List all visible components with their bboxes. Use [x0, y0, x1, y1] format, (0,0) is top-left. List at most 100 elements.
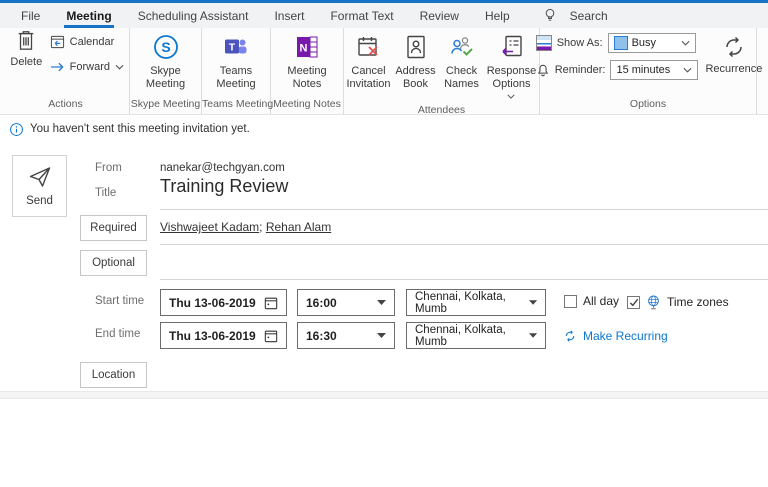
teams-meeting-button[interactable]: T Teams Meeting — [206, 33, 266, 90]
attendee-separator: ; — [259, 220, 266, 234]
onenote-icon: N — [294, 33, 320, 61]
optional-button[interactable]: Optional — [80, 250, 147, 276]
recurrence-button[interactable]: Recurrence — [705, 31, 762, 75]
start-timezone-select[interactable]: Chennai, Kolkata, Mumb — [406, 289, 546, 316]
address-book-icon — [405, 33, 427, 61]
required-attendees-field[interactable]: Vishwajeet Kadam; Rehan Alam — [160, 220, 331, 234]
all-day-label: All day — [583, 294, 620, 308]
time-zones-checkbox[interactable] — [627, 295, 640, 309]
skype-meeting-button[interactable]: S Skype Meeting — [136, 33, 196, 90]
response-options-icon — [500, 33, 524, 61]
svg-text:T: T — [229, 42, 236, 54]
group-label-actions: Actions — [48, 98, 83, 110]
message-body[interactable] — [0, 399, 768, 479]
compose-area: Send From nanekar@techgyan.com Title Tra… — [0, 143, 768, 391]
tab-meeting[interactable]: Meeting — [53, 3, 124, 28]
trash-icon — [15, 28, 37, 52]
all-day-checkbox[interactable] — [564, 294, 577, 308]
title-input[interactable]: Training Review — [160, 176, 288, 197]
send-plane-icon — [28, 166, 52, 188]
start-time-input[interactable]: 16:00 — [297, 289, 395, 316]
teams-icon: T — [223, 33, 249, 61]
send-button[interactable]: Send — [12, 155, 67, 217]
globe-icon — [646, 294, 661, 310]
start-date-input[interactable]: Thu 13-06-2019 — [160, 289, 287, 316]
reminder-dropdown[interactable]: 15 minutes — [610, 60, 699, 80]
response-options-button[interactable]: Response Options — [485, 33, 539, 103]
delete-button[interactable]: Delete — [7, 28, 46, 68]
date-picker-icon[interactable] — [264, 329, 278, 343]
required-underline — [160, 244, 768, 245]
ribbon-group-options: Show As: Busy Reminder: 15 minutes Recur… — [535, 28, 762, 114]
optional-underline — [160, 279, 768, 280]
date-picker-icon[interactable] — [264, 296, 278, 310]
from-label: From — [95, 162, 122, 174]
tab-file[interactable]: File — [8, 3, 53, 28]
from-value[interactable]: nanekar@techgyan.com — [160, 162, 285, 174]
forward-arrow-icon — [50, 61, 65, 73]
dropdown-arrow-icon — [377, 333, 386, 338]
search-label[interactable]: Search — [570, 9, 608, 23]
chevron-down-icon — [683, 67, 692, 73]
infobar: You haven't sent this meeting invitation… — [0, 115, 768, 143]
location-button[interactable]: Location — [80, 362, 147, 388]
ribbon: Delete Calendar Forward Actions S Skype … — [0, 28, 768, 116]
tab-format-text[interactable]: Format Text — [317, 3, 406, 28]
show-as-dropdown[interactable]: Busy — [607, 33, 696, 53]
end-time-input[interactable]: 16:30 — [297, 322, 395, 349]
title-underline — [160, 209, 768, 210]
cancel-invitation-icon — [356, 33, 382, 61]
required-button[interactable]: Required — [80, 215, 147, 241]
tab-review[interactable]: Review — [407, 3, 472, 28]
group-label-options: Options — [629, 98, 667, 110]
forward-button[interactable]: Forward — [50, 58, 124, 75]
ribbon-group-actions: Delete Calendar Forward Actions — [2, 28, 130, 114]
lightbulb-icon — [543, 7, 557, 24]
ribbon-group-notes: N Meeting Notes Meeting Notes — [271, 28, 344, 114]
recurrence-icon — [721, 34, 747, 60]
tell-me-search[interactable]: Search — [543, 7, 608, 24]
show-as-label: Show As: — [556, 37, 603, 49]
tab-insert[interactable]: Insert — [261, 3, 317, 28]
svg-text:S: S — [161, 39, 170, 55]
chevron-down-icon — [115, 64, 124, 70]
end-date-input[interactable]: Thu 13-06-2019 — [160, 322, 287, 349]
ribbon-tab-bar: File Meeting Scheduling Assistant Insert… — [0, 3, 768, 28]
tab-help[interactable]: Help — [472, 3, 523, 28]
svg-text:N: N — [300, 43, 308, 55]
calendar-button[interactable]: Calendar — [50, 33, 124, 50]
info-icon — [9, 122, 24, 137]
all-day-checkbox-row[interactable]: All day — [564, 294, 619, 308]
skype-icon: S — [153, 33, 179, 61]
group-label-notes: Meeting Notes — [273, 98, 341, 110]
attendee-link[interactable]: Rehan Alam — [266, 220, 331, 234]
time-zones-label: Time zones — [667, 295, 729, 309]
end-timezone-select[interactable]: Chennai, Kolkata, Mumb — [406, 322, 546, 349]
show-as-icon — [535, 35, 552, 51]
chevron-down-icon — [507, 94, 516, 99]
group-label-skype: Skype Meeting — [130, 98, 201, 110]
make-recurring-link[interactable]: Make Recurring — [563, 329, 668, 343]
busy-color-swatch — [613, 36, 628, 50]
meeting-notes-button[interactable]: N Meeting Notes — [277, 33, 337, 90]
time-zones-checkbox-row[interactable]: Time zones — [627, 294, 729, 310]
body-splitter[interactable] — [0, 391, 768, 399]
ribbon-group-skype: S Skype Meeting Skype Meeting — [130, 28, 202, 114]
title-label: Title — [95, 187, 117, 199]
end-time-label: End time — [95, 328, 141, 340]
reminder-label: Reminder: — [554, 64, 606, 76]
infobar-text: You haven't sent this meeting invitation… — [30, 123, 250, 135]
group-label-attendees: Attendees — [417, 103, 466, 116]
dropdown-arrow-icon — [528, 300, 537, 305]
ribbon-group-attendees: Cancel Invitation Address Book Check Nam… — [344, 28, 540, 116]
check-names-button[interactable]: Check Names — [439, 33, 485, 90]
dropdown-arrow-icon — [528, 333, 537, 338]
address-book-button[interactable]: Address Book — [393, 33, 439, 90]
reminder-bell-icon — [536, 63, 550, 78]
group-label-teams: Teams Meeting — [202, 98, 274, 110]
attendee-link[interactable]: Vishwajeet Kadam — [160, 220, 259, 234]
ribbon-group-teams: T Teams Meeting Teams Meeting — [202, 28, 274, 114]
tab-scheduling-assistant[interactable]: Scheduling Assistant — [125, 3, 262, 28]
dropdown-arrow-icon — [377, 300, 386, 305]
cancel-invitation-button[interactable]: Cancel Invitation — [345, 33, 393, 90]
